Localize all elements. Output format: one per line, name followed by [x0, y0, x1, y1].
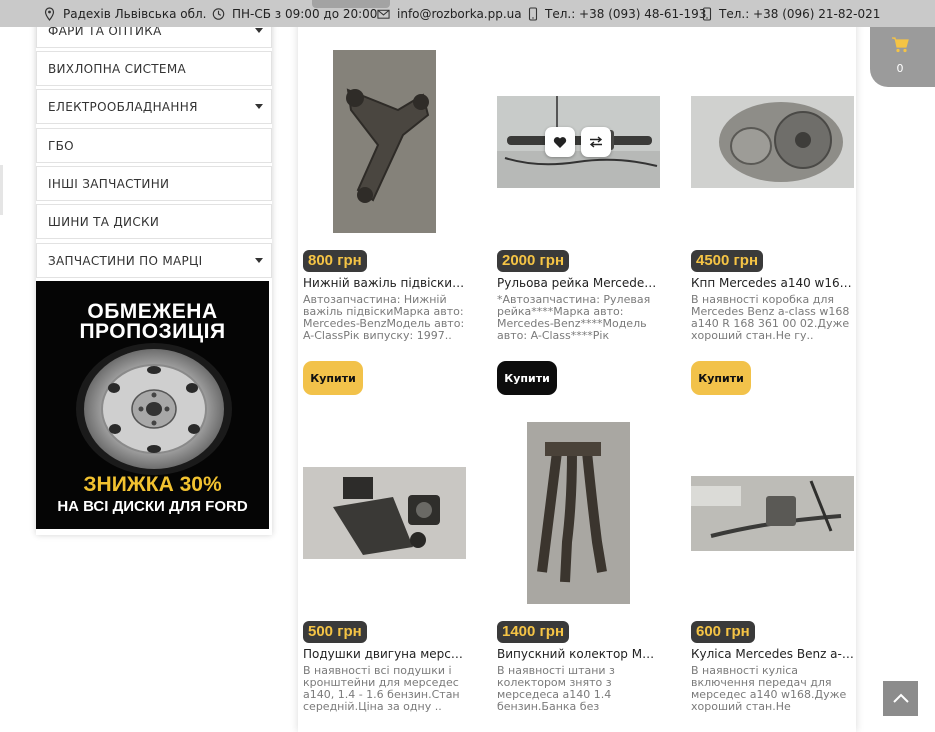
hours-text: ПН-СБ з 09:00 до 20:00 [232, 6, 378, 21]
product-description: Автозапчастина: Нижній важіль підвіскиМа… [303, 294, 465, 342]
product-price: 600 грн [691, 621, 755, 643]
sidebar-item-label: ІНШІ ЗАПЧАСТИНИ [48, 176, 170, 191]
product-image-gearbox[interactable] [691, 96, 854, 188]
left-edge-tab [0, 165, 3, 215]
sidebar-item-electrical[interactable]: ЕЛЕКТРООБЛАДНАННЯ [36, 89, 272, 124]
hours-info: ПН-СБ з 09:00 до 20:00 [212, 0, 377, 27]
sidebar-item-tires-wheels[interactable]: ШИНИ ТА ДИСКИ [36, 204, 272, 239]
buy-button[interactable]: Купити [497, 361, 557, 395]
buy-button[interactable]: Купити [691, 361, 751, 395]
heart-icon [553, 136, 567, 148]
product-title[interactable]: Подушки двигуна мерседес a140 [303, 647, 466, 661]
email-link[interactable]: info@rozborka.pp.ua [397, 7, 522, 21]
caret-down-icon[interactable] [255, 258, 263, 263]
wishlist-button[interactable] [545, 127, 575, 157]
caret-down-icon[interactable] [255, 28, 263, 33]
product-description: В наявності всі подушки і кронштейни для… [303, 665, 460, 713]
buy-button[interactable]: Купити [303, 361, 363, 395]
product-title[interactable]: Куліса Mercedes Benz a-class [691, 647, 854, 661]
scroll-to-top-button[interactable] [883, 681, 918, 716]
top-info-bar: Радехів Львівська обл. ПН-СБ з 09:00 до … [0, 0, 935, 27]
sidebar-item-label: ГБО [48, 138, 74, 153]
mobile-phone-icon [528, 6, 538, 21]
product-image-engine-mounts[interactable] [303, 467, 466, 559]
sidebar-item-other-parts[interactable]: ІНШІ ЗАПЧАСТИНИ [36, 166, 272, 201]
product-image-control-arm[interactable] [303, 50, 466, 233]
product-title[interactable]: Нижній важіль підвіски Mercedes [303, 276, 466, 290]
sidebar-item-exhaust[interactable]: ВИХЛОПНА СИСТЕМА [36, 51, 272, 86]
category-sidebar: ФАРИ ТА ОПТИКА ВИХЛОПНА СИСТЕМА ЕЛЕКТРОО… [36, 0, 272, 535]
email-info[interactable]: info@rozborka.pp.ua [377, 0, 522, 27]
promo-banner[interactable]: ОБМЕЖЕНА ПРОПОЗИЦІЯ ЗНИЖКА 30% НА ВСІ ДИ… [36, 281, 269, 529]
location-text: Радехів Львівська обл. [63, 6, 207, 21]
location-info: Радехів Львівська обл. [43, 0, 206, 27]
promo-discount: ЗНИЖКА 30% [83, 473, 222, 496]
phone1-info[interactable]: Тел.: +38 (093) 48-61-193 [528, 0, 706, 27]
product-image-steering-rack[interactable] [497, 96, 660, 188]
caret-down-icon[interactable] [255, 104, 263, 109]
envelope-icon [377, 9, 390, 19]
sidebar-item-label: ВИХЛОПНА СИСТЕМА [48, 61, 186, 76]
cart-widget[interactable]: 0 [870, 27, 935, 87]
products-panel: 800 грн Нижній важіль підвіски Mercedes … [298, 0, 856, 732]
steel-wheel-image [76, 343, 232, 475]
product-description: *Автозапчастина: Рулевая рейка****Марка … [497, 294, 651, 342]
product-title[interactable]: Випускний колектор Mercedes a140 [497, 647, 660, 661]
compare-arrows-icon [589, 136, 603, 148]
sidebar-item-lpg[interactable]: ГБО [36, 128, 272, 163]
product-price: 500 грн [303, 621, 367, 643]
sidebar-item-parts-by-brand[interactable]: ЗАПЧАСТИНИ ПО МАРЦІ [36, 243, 272, 278]
promo-subtitle: НА ВСІ ДИСКИ ДЛЯ FORD [57, 498, 248, 515]
phone2-link[interactable]: Тел.: +38 (096) 21-82-021 [719, 7, 880, 21]
promo-line2: ПРОПОЗИЦІЯ [79, 320, 226, 343]
compare-button[interactable] [581, 127, 611, 157]
chevron-up-icon [892, 693, 909, 703]
product-price: 1400 грн [497, 621, 570, 643]
sidebar-item-label: ЕЛЕКТРООБЛАДНАННЯ [48, 99, 198, 114]
product-description: В наявності коробка для Mercedes Benz a-… [691, 294, 850, 342]
product-title[interactable]: Кпп Mercedes a140 w168 1.4 [691, 276, 854, 290]
shopping-cart-icon [892, 37, 909, 53]
product-price: 4500 грн [691, 250, 764, 272]
clock-icon [212, 7, 225, 20]
cart-count: 0 [896, 62, 904, 75]
product-description: В наявності куліса включення передач для… [691, 665, 847, 713]
phone2-info[interactable]: Тел.: +38 (096) 21-82-021 [702, 0, 880, 27]
map-pin-icon [44, 6, 55, 21]
sidebar-item-label: ЗАПЧАСТИНИ ПО МАРЦІ [48, 253, 203, 268]
product-image-exhaust-manifold[interactable] [497, 422, 660, 604]
product-image-gear-shift[interactable] [691, 476, 854, 551]
sidebar-item-label: ШИНИ ТА ДИСКИ [48, 214, 160, 229]
product-description: В наявності штани з колектором знято з м… [497, 665, 654, 713]
product-price: 800 грн [303, 250, 367, 272]
product-price: 2000 грн [497, 250, 570, 272]
phone1-link[interactable]: Тел.: +38 (093) 48-61-193 [545, 7, 706, 21]
product-title[interactable]: Рульова рейка Mercedes-Benz [497, 276, 660, 290]
mobile-phone-icon [702, 6, 712, 21]
